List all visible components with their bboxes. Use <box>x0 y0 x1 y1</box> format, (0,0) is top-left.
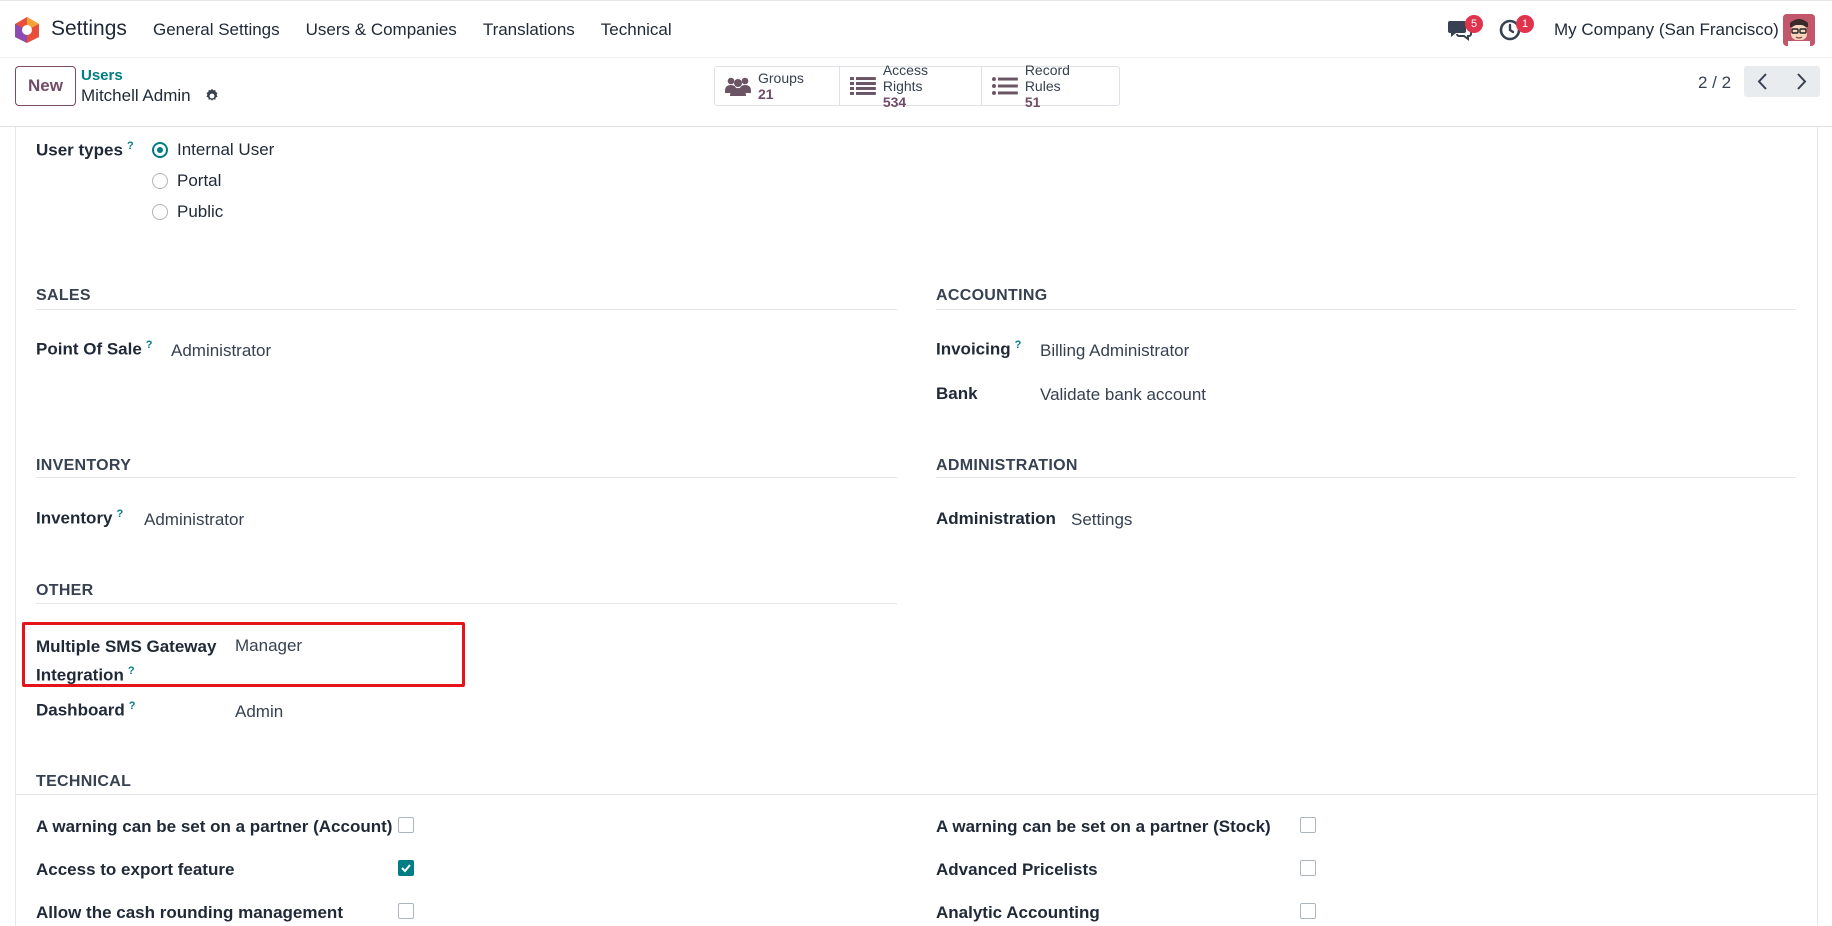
access-rights-count: 534 <box>882 94 907 110</box>
section-administration-title: ADMINISTRATION <box>936 457 1078 474</box>
section-accounting-title: ACCOUNTING <box>936 287 1048 304</box>
form-sheet <box>15 127 1818 926</box>
user-avatar[interactable] <box>1783 14 1815 46</box>
section-divider <box>15 794 1818 795</box>
help-tooltip-icon[interactable]: ? <box>128 665 135 677</box>
section-divider <box>36 309 897 310</box>
invoicing-select[interactable]: Billing Administrator <box>1040 341 1189 361</box>
dashboard-label: Dashboard? <box>36 700 136 720</box>
tech-left-label-1: Access to export feature <box>36 860 235 879</box>
users-icon <box>725 77 751 96</box>
tech-left-checkbox-2[interactable] <box>398 903 414 919</box>
radio-internal-user[interactable] <box>152 142 168 158</box>
record-rules-count: 51 <box>1024 94 1041 110</box>
point-of-sale-label: Point Of Sale? <box>36 339 153 359</box>
menu-general-settings[interactable]: General Settings <box>153 20 280 40</box>
breadcrumb-users-link[interactable]: Users <box>81 67 123 84</box>
sms-gateway-select[interactable]: Manager <box>235 636 302 656</box>
administration-select[interactable]: Settings <box>1071 510 1132 530</box>
section-technical-title: TECHNICAL <box>36 773 132 790</box>
section-divider <box>36 477 897 478</box>
help-tooltip-icon[interactable]: ? <box>117 508 124 520</box>
top-navbar: Settings General Settings Users & Compan… <box>0 0 1832 58</box>
menu-users-companies[interactable]: Users & Companies <box>306 20 457 40</box>
check-icon <box>401 864 411 873</box>
record-rules-label: Record Rules <box>1024 62 1070 94</box>
activity-count-badge: 1 <box>1516 15 1534 33</box>
help-tooltip-icon[interactable]: ? <box>127 140 134 152</box>
avatar-face-icon <box>1783 14 1815 46</box>
section-divider <box>36 603 897 604</box>
pager-next-button[interactable] <box>1782 66 1820 97</box>
groups-smart-button[interactable]: Groups 21 <box>715 67 840 105</box>
point-of-sale-select[interactable]: Administrator <box>171 341 271 361</box>
help-tooltip-icon[interactable]: ? <box>146 339 153 351</box>
odoo-logo-icon[interactable] <box>14 16 40 44</box>
access-rights-smart-button[interactable]: Access Rights 534 <box>840 62 982 110</box>
section-divider <box>936 309 1796 310</box>
help-tooltip-icon[interactable]: ? <box>129 700 136 712</box>
company-switcher[interactable]: My Company (San Francisco) <box>1554 20 1779 40</box>
help-tooltip-icon[interactable]: ? <box>1015 339 1022 351</box>
dashboard-select[interactable]: Admin <box>235 702 283 722</box>
sms-gateway-label: Multiple SMS Gateway Integration? <box>36 637 217 685</box>
radio-portal[interactable] <box>152 173 168 189</box>
control-panel: New Users Mitchell Admin Groups 21 Acces… <box>0 58 1832 127</box>
user-types-label: User types? <box>36 140 134 160</box>
radio-portal-label[interactable]: Portal <box>177 171 221 191</box>
tech-left-label-2: Allow the cash rounding management <box>36 903 343 922</box>
menu-technical[interactable]: Technical <box>601 20 672 40</box>
invoicing-label: Invoicing? <box>936 339 1022 359</box>
administration-label: Administration <box>936 509 1056 528</box>
app-title[interactable]: Settings <box>51 17 127 41</box>
tech-right-label-2: Analytic Accounting <box>936 903 1100 922</box>
menu-translations[interactable]: Translations <box>483 20 575 40</box>
chevron-left-icon <box>1757 73 1767 90</box>
list-icon <box>992 77 1018 95</box>
tech-left-checkbox-1[interactable] <box>398 860 414 876</box>
gear-icon[interactable] <box>204 88 220 104</box>
tech-left-label-0: A warning can be set on a partner (Accou… <box>36 817 393 836</box>
inventory-label: Inventory? <box>36 508 124 528</box>
inventory-select[interactable]: Administrator <box>144 510 244 530</box>
tech-right-checkbox-0[interactable] <box>1300 817 1316 833</box>
section-sales-title: SALES <box>36 287 91 304</box>
groups-count: 21 <box>758 86 774 102</box>
bank-select[interactable]: Validate bank account <box>1040 385 1206 405</box>
breadcrumb-current-record: Mitchell Admin <box>81 86 191 105</box>
record-rules-smart-button[interactable]: Record Rules 51 <box>982 62 1119 110</box>
chat-count-badge: 5 <box>1465 15 1483 33</box>
section-other-title: OTHER <box>36 582 94 599</box>
main-menu: General Settings Users & Companies Trans… <box>153 20 698 40</box>
list-icon <box>850 77 876 95</box>
tech-right-checkbox-2[interactable] <box>1300 903 1316 919</box>
tech-right-checkbox-1[interactable] <box>1300 860 1316 876</box>
smart-buttons: Groups 21 Access Rights 534 Record Rules… <box>714 62 1120 110</box>
new-button[interactable]: New <box>15 66 76 106</box>
tech-right-label-0: A warning can be set on a partner (Stock… <box>936 817 1271 836</box>
access-rights-label: Access Rights <box>882 62 928 94</box>
section-divider <box>936 477 1796 478</box>
tech-left-checkbox-0[interactable] <box>398 817 414 833</box>
radio-public[interactable] <box>152 204 168 220</box>
tech-right-label-1: Advanced Pricelists <box>936 860 1098 879</box>
pager-previous-button[interactable] <box>1744 66 1782 97</box>
bank-label: Bank <box>936 384 978 403</box>
pager-value[interactable]: 2 / 2 <box>1698 73 1731 93</box>
section-inventory-title: INVENTORY <box>36 457 132 474</box>
chevron-right-icon <box>1797 73 1807 90</box>
radio-public-label[interactable]: Public <box>177 202 223 222</box>
groups-label: Groups <box>758 70 804 86</box>
radio-internal-user-label[interactable]: Internal User <box>177 140 274 160</box>
